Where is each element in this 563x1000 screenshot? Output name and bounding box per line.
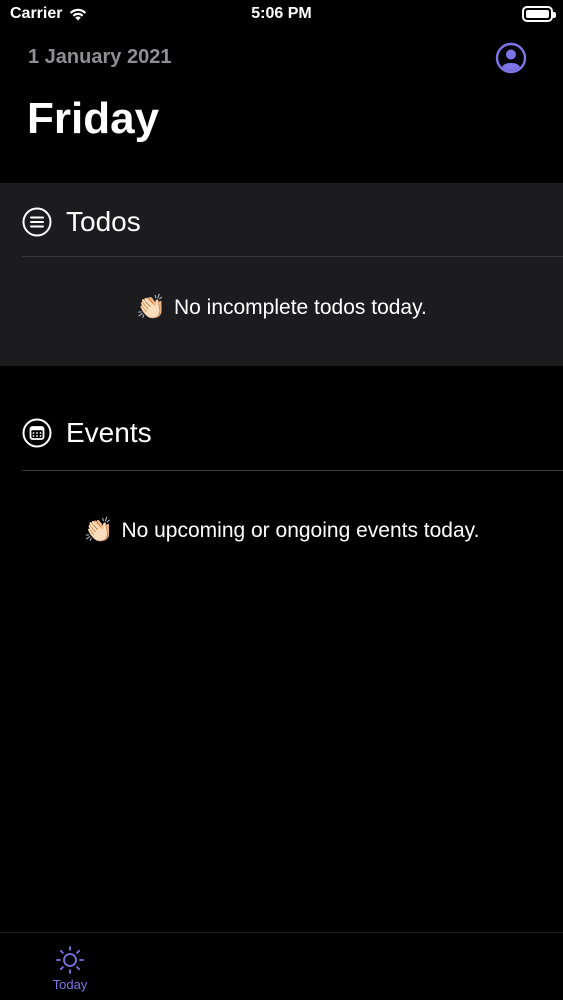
events-empty-message: 👏🏻 No upcoming or ongoing events today. [0, 516, 563, 545]
profile-icon[interactable] [495, 42, 527, 74]
events-empty-text: No upcoming or ongoing events today. [121, 518, 480, 542]
clapping-hands-icon: 👏🏻 [136, 294, 166, 321]
todos-divider [22, 256, 563, 257]
sun-icon [56, 946, 84, 974]
tab-today-label: Today [52, 977, 88, 992]
todos-empty-text: No incomplete todos today. [173, 295, 427, 319]
today-screen: Carrier 5:06 PM 1 January 2021 Friday To… [0, 0, 563, 1000]
todos-section: Todos 👏🏻 No incomplete todos today. [0, 183, 563, 366]
tab-today[interactable]: Today [40, 945, 100, 992]
battery-icon [522, 6, 556, 22]
events-title: Events [66, 417, 152, 448]
todos-header[interactable]: Todos [22, 202, 141, 242]
todos-empty-message: 👏🏻 No incomplete todos today. [0, 293, 563, 322]
page-title: Friday [27, 94, 160, 143]
events-divider [22, 470, 563, 471]
clapping-hands-icon: 👏🏻 [83, 517, 114, 544]
status-bar: Carrier 5:06 PM [0, 0, 563, 30]
status-time: 5:06 PM [251, 5, 312, 22]
todos-title: Todos [66, 206, 141, 237]
tab-bar: Today [0, 932, 563, 1000]
calendar-icon [22, 418, 52, 448]
list-icon [22, 207, 52, 237]
events-header[interactable]: Events [22, 413, 152, 453]
date-label: 1 January 2021 [28, 46, 172, 68]
